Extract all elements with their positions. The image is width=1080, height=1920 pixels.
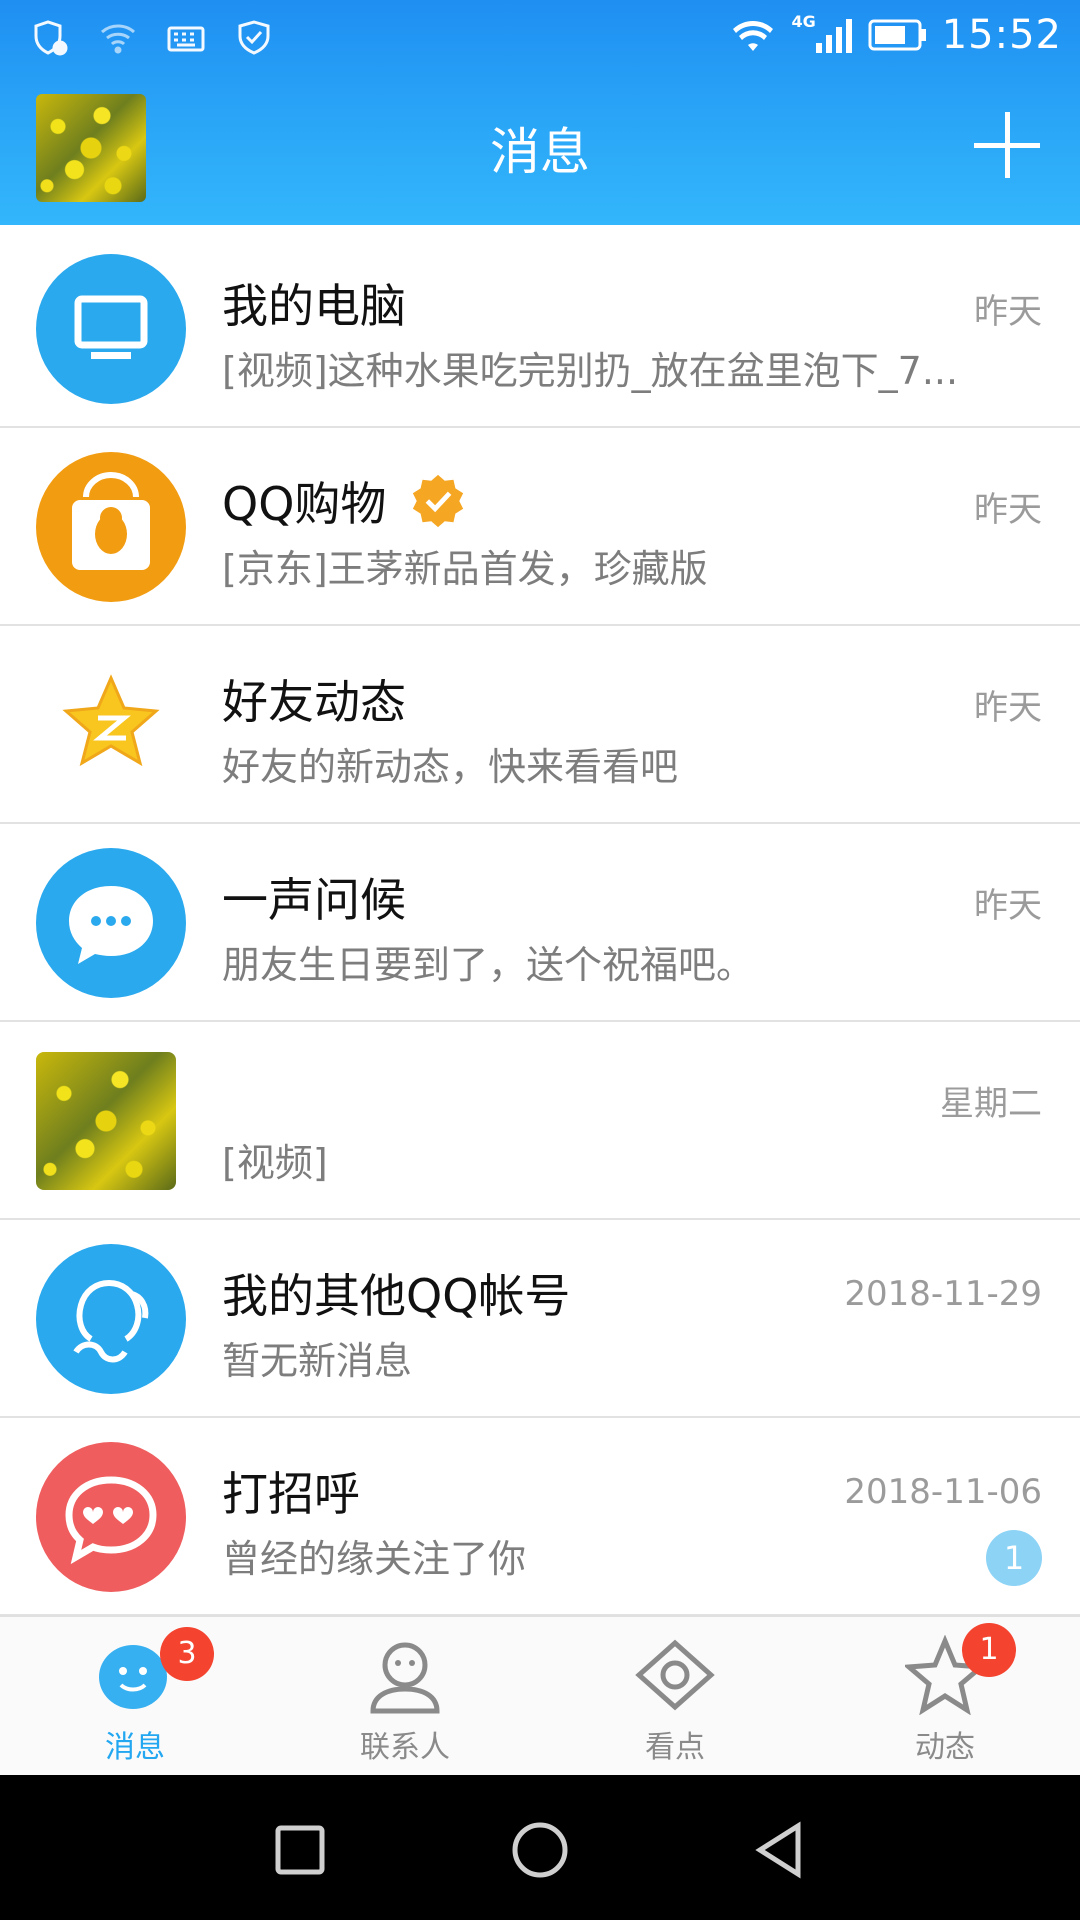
plus-icon[interactable] — [974, 112, 1040, 178]
wifi-icon — [733, 21, 774, 51]
hearts-bubble-icon — [36, 1442, 186, 1592]
messages-badge: 3 — [160, 1627, 214, 1681]
tab-contacts[interactable]: 联系人 — [270, 1617, 540, 1777]
conversation-other-accounts[interactable]: 我的其他QQ帐号 暂无新消息 2018-11-29 — [0, 1220, 1080, 1418]
conversation-time: 星期二 — [940, 1084, 1042, 1124]
conversation-preview: 朋友生日要到了，送个祝福吧。 — [222, 943, 755, 987]
conversation-preview: [视频] — [222, 1141, 328, 1185]
conversation-time: 2018-11-06 — [844, 1472, 1042, 1512]
conversation-list: 我的电脑 [视频]这种水果吃完别扔_放在盆里泡下_7... 昨天 QQ购物 [京… — [0, 230, 1080, 1616]
system-nav-bar — [0, 1775, 1080, 1920]
conversation-name: 好友动态 — [222, 675, 406, 729]
conversation-time: 昨天 — [974, 490, 1042, 530]
unread-badge: 1 — [986, 1530, 1042, 1586]
conversation-friend-feed[interactable]: 好友动态 好友的新动态，快来看看吧 昨天 — [0, 626, 1080, 824]
shield-alert-icon — [34, 20, 68, 56]
contacts-tab-icon — [370, 1642, 440, 1714]
conversation-name: QQ购物 — [222, 468, 467, 534]
conversation-qq-shopping[interactable]: QQ购物 [京东]王茅新品首发，珍藏版 昨天 — [0, 428, 1080, 626]
recent-apps-icon[interactable] — [270, 1820, 330, 1880]
conversation-name: 我的电脑 — [222, 279, 406, 333]
monitor-icon — [36, 254, 186, 404]
battery-icon — [868, 19, 926, 51]
tab-label: 看点 — [645, 1730, 705, 1765]
conversation-preview: [视频]这种水果吃完别扔_放在盆里泡下_7... — [222, 349, 959, 393]
chat-bubble-icon — [36, 848, 186, 998]
conversation-name: 我的其他QQ帐号 — [222, 1269, 571, 1323]
conversation-time: 昨天 — [974, 886, 1042, 926]
conversation-my-computer[interactable]: 我的电脑 [视频]这种水果吃完别扔_放在盆里泡下_7... 昨天 — [0, 230, 1080, 428]
home-icon[interactable] — [510, 1820, 570, 1880]
top-header: 4G 15:52 消息 — [0, 0, 1080, 225]
conversation-name: 打招呼 — [222, 1467, 360, 1521]
tab-label: 消息 — [105, 1730, 165, 1765]
tab-feed[interactable]: 1 动态 — [810, 1617, 1080, 1777]
keyboard-icon — [167, 26, 205, 52]
tab-messages[interactable]: 3 消息 — [0, 1617, 270, 1777]
conversation-preview: 好友的新动态，快来看看吧 — [222, 745, 679, 789]
back-icon[interactable] — [750, 1820, 810, 1880]
conversation-name-text: QQ购物 — [222, 477, 387, 531]
tab-label: 联系人 — [360, 1730, 450, 1765]
user-avatar — [36, 1052, 176, 1190]
conversation-preview: 暂无新消息 — [222, 1339, 413, 1383]
shield-check-icon — [238, 20, 270, 55]
tab-label: 动态 — [915, 1730, 975, 1765]
conversation-time: 昨天 — [974, 688, 1042, 728]
star-icon — [36, 650, 186, 800]
network-type: 4G — [791, 11, 816, 31]
verified-badge-icon — [412, 474, 464, 528]
conversation-name: 一声问候 — [222, 873, 406, 927]
shopping-bag-penguin-icon — [36, 452, 186, 602]
page-title: 消息 — [490, 123, 590, 181]
conversation-say-hello[interactable]: 打招呼 曾经的缘关注了你 2018-11-06 1 — [0, 1418, 1080, 1616]
conversation-preview: [京东]王茅新品首发，珍藏版 — [222, 547, 708, 591]
conversation-greeting[interactable]: 一声问候 朋友生日要到了，送个祝福吧。 昨天 — [0, 824, 1080, 1022]
tab-watch[interactable]: 看点 — [540, 1617, 810, 1777]
accounts-icon — [36, 1244, 186, 1394]
conversation-contact[interactable]: [视频] 星期二 — [0, 1022, 1080, 1220]
conversation-time: 2018-11-29 — [844, 1274, 1042, 1314]
status-bar: 4G 15:52 — [0, 0, 1080, 76]
eye-tab-icon — [635, 1639, 715, 1711]
feed-badge: 1 — [962, 1623, 1016, 1677]
conversation-time: 昨天 — [974, 292, 1042, 332]
clock: 15:52 — [941, 12, 1062, 58]
wifi-question-icon — [101, 24, 135, 54]
signal-icon — [815, 19, 852, 53]
conversation-preview: 曾经的缘关注了你 — [222, 1537, 527, 1581]
tab-bar: 3 消息 联系人 看点 1 动态 — [0, 1615, 1080, 1775]
